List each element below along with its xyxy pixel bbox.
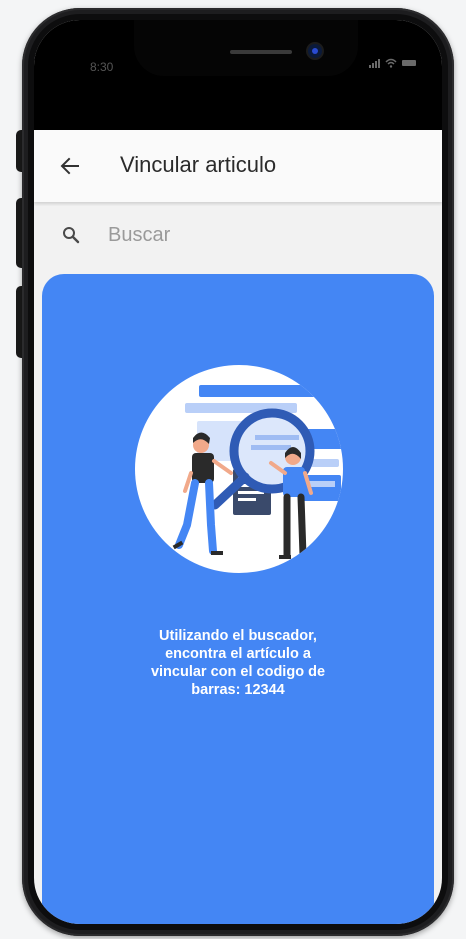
message-line: Utilizando el buscador, bbox=[159, 628, 317, 644]
device-mockup: 8:30 Vincular articulo Buscar Utilizando… bbox=[0, 0, 466, 939]
arrow-left-icon[interactable] bbox=[58, 154, 82, 178]
wifi-icon bbox=[385, 58, 397, 68]
message-line: encontra el artículo a bbox=[165, 646, 311, 662]
phone-frame: 8:30 Vincular articulo Buscar Utilizando… bbox=[22, 8, 454, 936]
empty-state-message: Utilizando el buscador, encontra el artí… bbox=[88, 627, 388, 699]
search-input[interactable] bbox=[108, 218, 408, 252]
empty-state-panel: Utilizando el buscador, encontra el artí… bbox=[42, 274, 434, 924]
status-time: 8:30 bbox=[90, 60, 114, 74]
speaker-grille bbox=[230, 50, 292, 54]
front-camera bbox=[308, 44, 322, 58]
status-bar: 8:30 bbox=[34, 20, 442, 130]
message-line: vincular con el codigo de bbox=[150, 664, 326, 680]
people-searching-illustration bbox=[135, 365, 343, 573]
page-title: Vincular articulo bbox=[120, 152, 277, 177]
status-icons bbox=[369, 58, 416, 68]
search-bar bbox=[34, 206, 442, 268]
notch bbox=[134, 20, 358, 76]
app-bar: Vincular articulo bbox=[34, 130, 442, 202]
search-icon bbox=[63, 227, 80, 244]
message-line: barras: 12344 bbox=[191, 682, 285, 698]
signal-icon bbox=[369, 58, 380, 68]
phone-screen: 8:30 Vincular articulo Buscar Utilizando… bbox=[34, 20, 442, 924]
battery-icon bbox=[402, 60, 416, 66]
